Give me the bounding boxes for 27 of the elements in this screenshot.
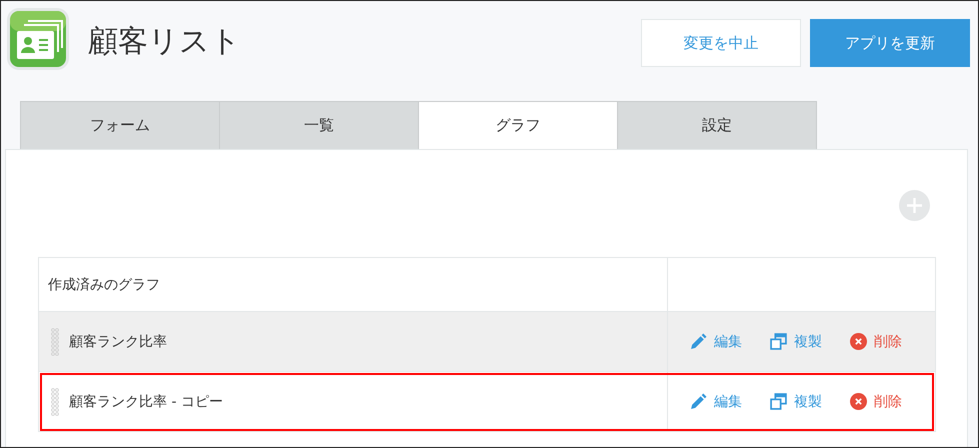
drag-handle-icon[interactable] (51, 388, 59, 416)
edit-link[interactable]: 編集 (690, 332, 742, 350)
copy-link[interactable]: 複製 (770, 392, 822, 410)
drag-handle-icon[interactable] (51, 328, 59, 356)
tab[interactable]: フォーム (20, 101, 220, 149)
add-button[interactable] (899, 190, 930, 221)
app-icon (6, 7, 70, 71)
app-title: 顧客リスト (88, 23, 242, 61)
copy-icon (770, 393, 787, 410)
graph-name: 顧客ランク比率 (69, 332, 167, 350)
plus-icon (906, 197, 923, 214)
tab[interactable]: グラフ (418, 101, 618, 149)
tab[interactable]: 一覧 (219, 101, 419, 149)
cancel-button[interactable]: 変更を中止 (641, 19, 801, 67)
column-header: 作成済みのグラフ (48, 276, 160, 294)
pencil-icon (690, 393, 707, 410)
copy-icon (770, 333, 787, 350)
delete-link[interactable]: 削除 (850, 332, 902, 350)
graph-name: 顧客ランク比率 - コピー (69, 392, 223, 410)
close-icon (850, 333, 867, 350)
update-app-button[interactable]: アプリを更新 (810, 19, 970, 67)
copy-link[interactable]: 複製 (770, 332, 822, 350)
delete-link[interactable]: 削除 (850, 392, 902, 410)
tab[interactable]: 設定 (617, 101, 817, 149)
pencil-icon (690, 333, 707, 350)
edit-link[interactable]: 編集 (690, 392, 742, 410)
close-icon (850, 393, 867, 410)
